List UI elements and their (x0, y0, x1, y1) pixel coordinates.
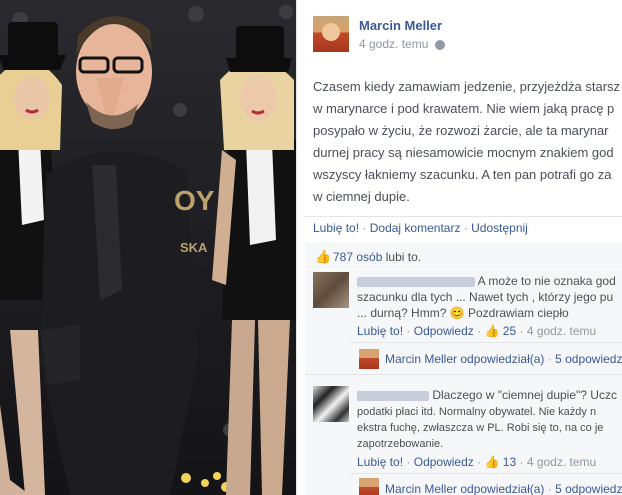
reply-action[interactable]: odpowiedział(a) (460, 352, 544, 366)
commenter-avatar[interactable] (313, 386, 349, 422)
post-line: Czasem kiedy zamawiam jedzenie, przyjeżd… (313, 79, 621, 94)
man-in-suit (40, 16, 198, 495)
likes-suffix: lubi to. (385, 250, 422, 264)
post-timestamp[interactable]: 4 godz. temu (359, 37, 445, 51)
divider (349, 342, 622, 343)
reply-summary[interactable]: Marcin Meller odpowiedział(a) · 5 odpowi… (385, 482, 622, 495)
reply-summary[interactable]: Marcin Meller odpowiedział(a) · 5 odpowi… (385, 352, 622, 366)
globe-icon (434, 39, 445, 50)
comment-like-count[interactable]: 25 (503, 324, 516, 338)
comment-line: Dlaczego w "ciemnej dupie"? Uczc (357, 388, 617, 402)
comment-like-count[interactable]: 13 (503, 455, 516, 469)
post-body: Czasem kiedy zamawiam jedzenie, przyjeżd… (313, 76, 622, 208)
reply-author[interactable]: Marcin Meller (385, 482, 457, 495)
post-line: wszyscy łakniemy szacunku. A ten pan pot… (313, 167, 612, 182)
backdrop-text-2: SKA (180, 240, 208, 255)
post-line: durnej pracy są niesamowicie mocnym znak… (313, 145, 614, 160)
commenter-name-blurred[interactable] (357, 390, 429, 401)
commenter-avatar[interactable] (313, 272, 349, 308)
comment-actions: Lubię to! · Odpowiedz · 👍 13 · 4 godz. t… (357, 455, 597, 469)
comment-line: A może to nie oznaka god (357, 274, 616, 288)
comment-line: ... durną? Hmm? 😊 Pozdrawiam ciepło (357, 306, 569, 320)
likes-count-link[interactable]: 787 osób (333, 250, 382, 264)
post-panel: Marcin Meller 4 godz. temu Czasem kiedy … (296, 0, 622, 495)
comment-time[interactable]: 4 godz. temu (527, 324, 596, 338)
comment-reply-link[interactable]: Odpowiedz (414, 324, 474, 338)
comment-reply-link[interactable]: Odpowiedz (414, 455, 474, 469)
comment-line: ekstra fuchę, zwłaszcza w PL. Robi się t… (357, 422, 604, 434)
right-hostess (212, 26, 296, 495)
likes-text: 787 osób lubi to. (333, 250, 421, 264)
author-name[interactable]: Marcin Meller (359, 18, 442, 33)
comment-like-link[interactable]: Lubię to! (357, 455, 403, 469)
likes-summary: 👍 787 osób lubi to. (305, 243, 622, 269)
reply-action[interactable]: odpowiedział(a) (460, 482, 544, 495)
divider (305, 216, 622, 217)
event-photo[interactable]: OY SKA (0, 0, 296, 495)
post-line: posypało w życiu, że rozwozi żarcie, ale… (313, 123, 609, 138)
comment-text: A może to nie oznaka god (477, 274, 616, 288)
thumbs-up-icon: 👍 (484, 455, 500, 469)
post-line: w marynarce i pod krawatem. Nie wiem jak… (313, 101, 615, 116)
reply-count[interactable]: 5 odpowiedzi (555, 482, 622, 495)
post-time[interactable]: 4 godz. temu (359, 37, 428, 51)
comment-line: szacunku dla tych ... Nawet tych , którz… (357, 290, 614, 304)
comment-actions: Lubię to! · Odpowiedz · 👍 25 · 4 godz. t… (357, 324, 597, 338)
like-link[interactable]: Lubię to! (313, 221, 359, 235)
thumbs-up-icon: 👍 (315, 249, 332, 264)
commenter-name-blurred[interactable] (357, 276, 475, 287)
post-actions: Lubię to! · Dodaj komentarz · Udostępnij (313, 221, 528, 235)
backdrop-text-1: OY (174, 185, 215, 216)
share-link[interactable]: Udostępnij (471, 221, 528, 235)
divider (305, 374, 622, 375)
reply-author-avatar[interactable] (359, 478, 379, 495)
comment-line: podatki płaci itd. Normalny obywatel. Ni… (357, 406, 597, 418)
comment-time[interactable]: 4 godz. temu (527, 455, 596, 469)
comment-line: zapotrzebowanie. (357, 438, 444, 450)
comment-like-link[interactable]: Lubię to! (357, 324, 403, 338)
comment-text: Dlaczego w "ciemnej dupie"? Uczc (432, 388, 617, 402)
comments-list: A może to nie oznaka god szacunku dla ty… (305, 270, 622, 495)
comment-link[interactable]: Dodaj komentarz (370, 221, 461, 235)
post-line: w ciemnej dupie. (313, 189, 410, 204)
reply-author-avatar[interactable] (359, 349, 379, 369)
reply-author[interactable]: Marcin Meller (385, 352, 457, 366)
thumbs-up-icon: 👍 (484, 324, 500, 338)
photo-illustration: OY SKA (0, 5, 296, 495)
reply-count[interactable]: 5 odpowiedzi (555, 352, 622, 366)
divider (349, 473, 622, 474)
dot-separator: · (362, 221, 370, 235)
author-avatar[interactable] (313, 16, 349, 52)
